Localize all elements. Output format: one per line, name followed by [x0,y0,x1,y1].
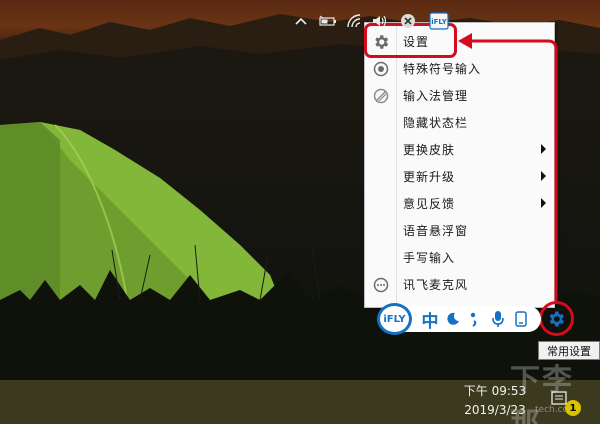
chinese-mode-toggle[interactable]: 中 [419,306,441,332]
svg-text:iFLY: iFLY [431,18,448,26]
volume-icon[interactable] [370,11,390,31]
gear-icon[interactable] [542,305,570,333]
close-circle-icon[interactable] [398,11,418,31]
battery-icon[interactable] [317,11,339,31]
wifi-icon[interactable] [345,11,365,31]
punctuation-icon[interactable] [465,306,485,332]
microphone-icon[interactable] [488,306,508,332]
moon-icon[interactable] [443,306,463,332]
notification-badge: 1 [565,400,581,416]
ifly-logo[interactable]: iFLY [377,303,412,335]
ime-status-bar[interactable]: iFLY 中 [377,303,574,335]
keyboard-icon[interactable] [511,306,531,332]
chevron-up-icon[interactable] [293,11,309,31]
ifly-tray-icon[interactable]: iFLY [428,11,450,31]
